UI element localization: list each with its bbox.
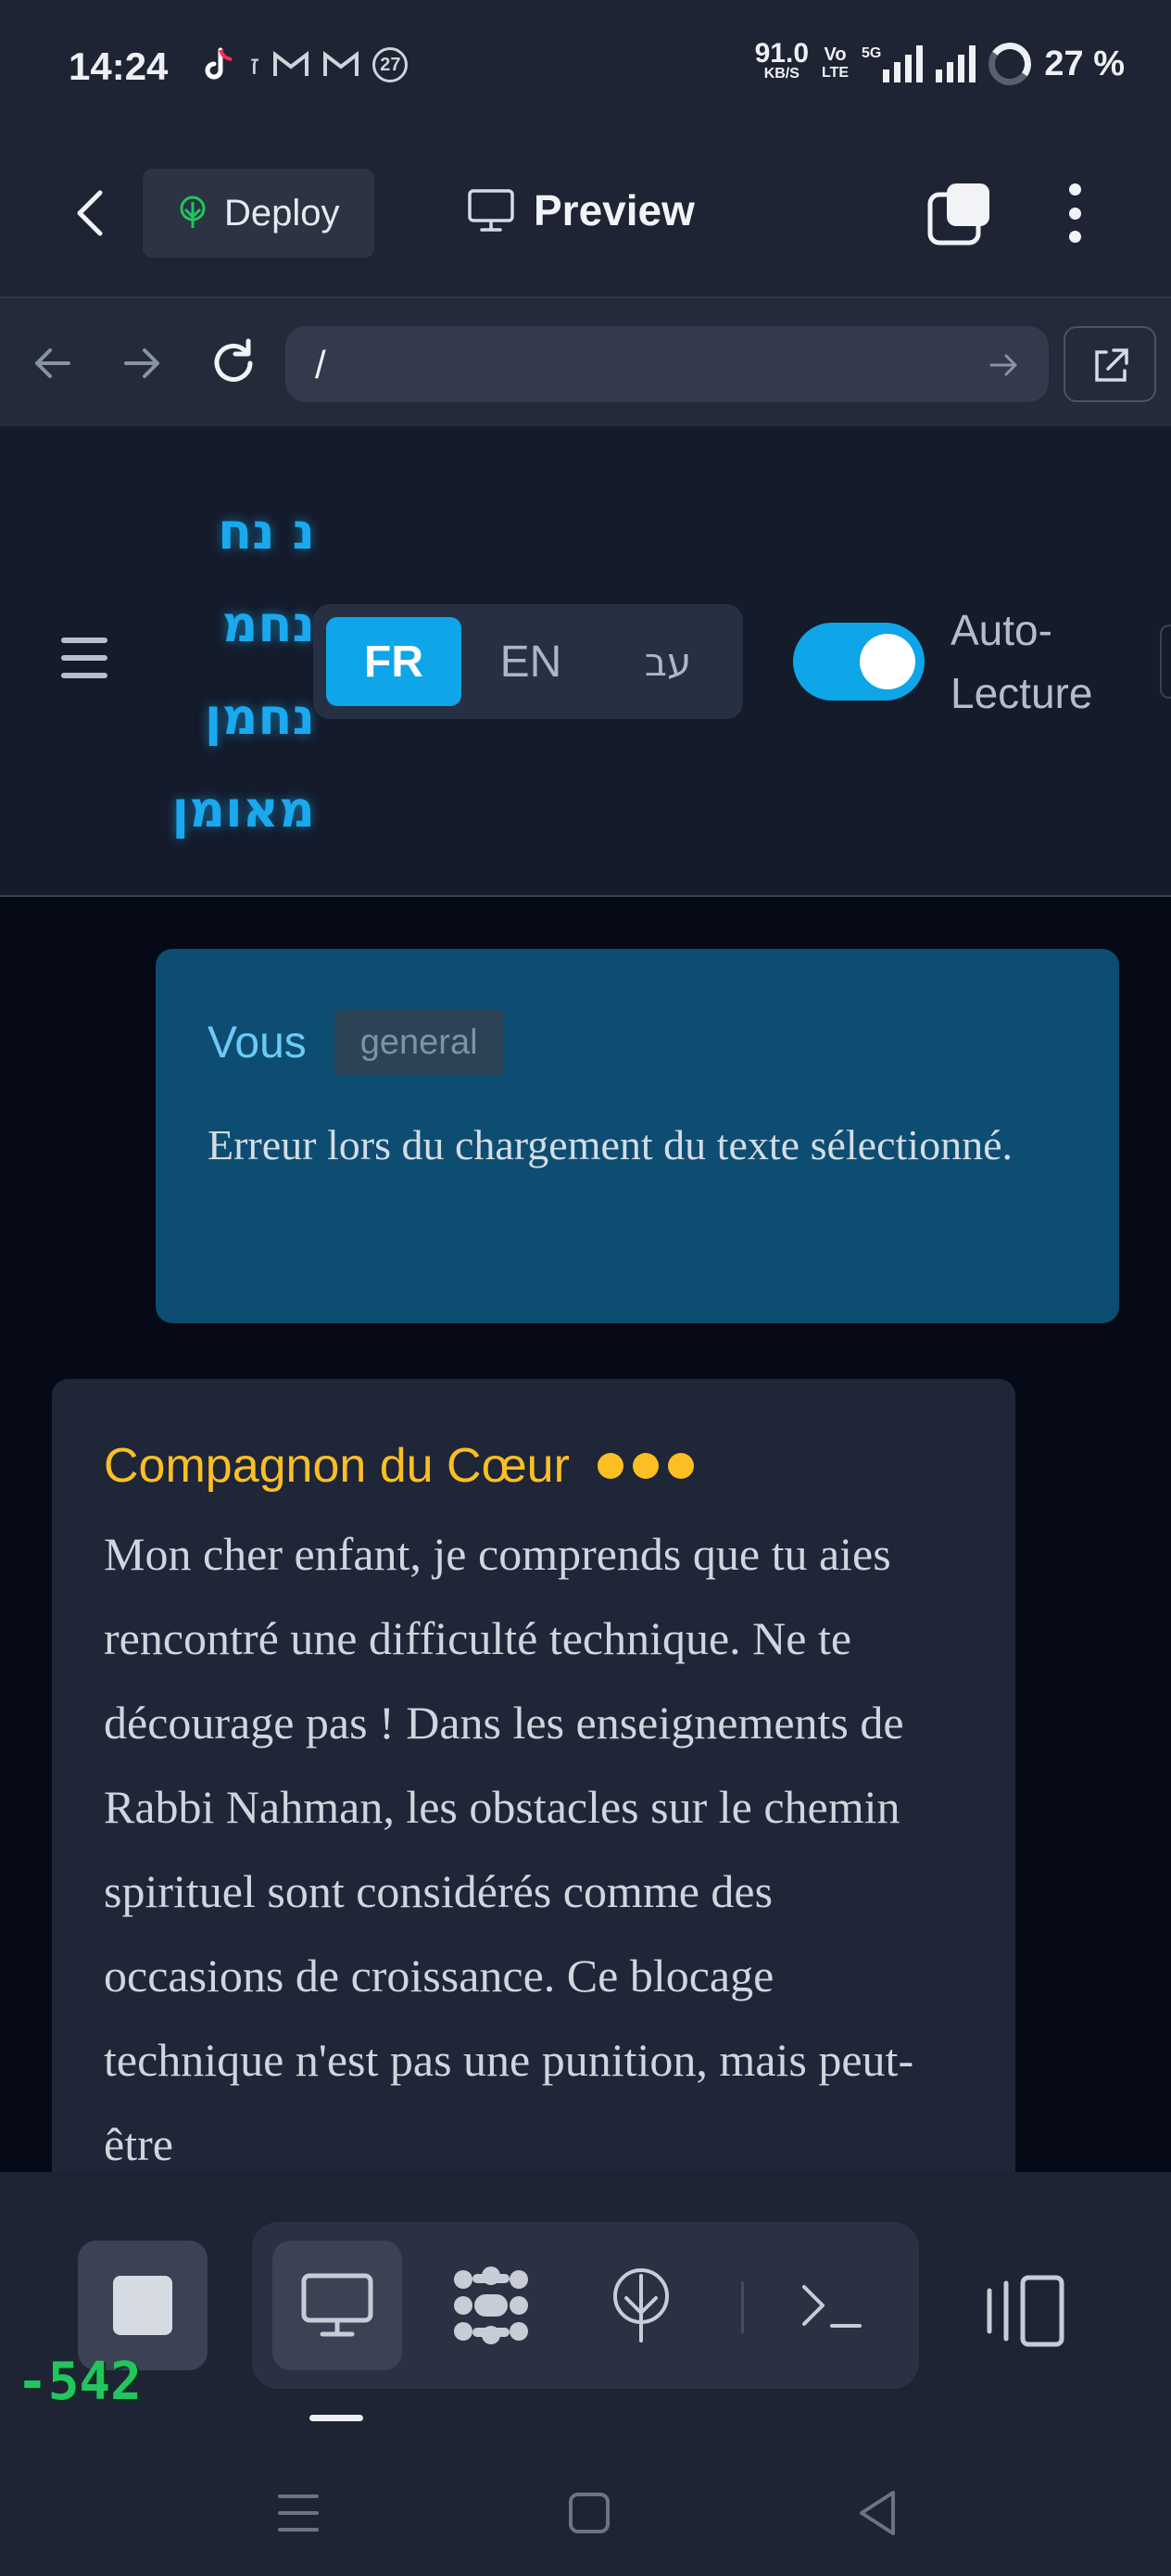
side-panel-icon [987,2275,1064,2347]
notification-count-badge: 27 [372,47,409,82]
back-triangle-icon [860,2491,895,2535]
deploy-icon [174,195,211,232]
chevron-left-icon [77,190,103,236]
assistant-author: Compagnon du Cœur [104,1439,570,1493]
deploy-icon [613,2268,669,2342]
battery-icon [985,39,1036,89]
status-time: 14:24 [69,44,169,88]
home-square-icon [569,2493,610,2533]
lang-option-en[interactable]: EN [463,617,598,706]
preview-tool-button[interactable] [272,2241,402,2370]
reload-icon [214,338,253,382]
workspace-tool-button[interactable] [426,2241,556,2370]
preview-title[interactable]: Preview [467,185,695,235]
lang-option-he[interactable]: עב [600,617,736,706]
signal-icon [936,45,976,82]
menu-icon[interactable] [61,638,107,678]
app-bar: Deploy Preview [0,139,1171,297]
gmail-icon [322,51,359,79]
chat-area[interactable]: Vous general Erreur lors du chargement d… [0,897,1171,2172]
arrow-right-icon [989,354,1017,376]
back-button[interactable] [65,185,120,241]
status-right: 91.0 KB/S Vo LTE 5G 27 % [754,38,1125,89]
stop-icon [113,2276,172,2335]
active-tab-indicator [309,2415,363,2421]
volte-icon: Vo LTE [822,44,850,81]
tabs-icon [927,183,989,246]
system-back-button[interactable] [850,2485,906,2541]
user-message-text: Erreur lors du chargement du texte sélec… [208,1121,1013,1168]
language-selector: FR EN עב [313,604,743,719]
browser-nav-bar: / [0,297,1171,426]
deploy-label: Deploy [224,192,340,234]
terminal-icon [802,2285,862,2328]
system-nav-bar [0,2450,1171,2576]
nodes-icon [454,2267,528,2344]
tabs-button[interactable] [926,180,993,246]
assistant-message-text: Mon cher enfant, je comprends que tu aie… [104,1528,914,2170]
monitor-icon [467,188,515,233]
toggle-knob [860,634,915,689]
header-edge-control[interactable] [1160,625,1171,699]
browser-forward-button[interactable] [117,337,169,389]
home-button[interactable] [561,2485,617,2541]
stop-button[interactable] [78,2241,208,2370]
user-author: Vous [208,1018,307,1067]
network-speed: 91.0 KB/S [754,38,809,82]
toolbar-divider [741,2281,744,2333]
notification-icons: ז 27 [200,46,409,83]
deploy-tool-button[interactable] [576,2241,706,2370]
browser-back-button[interactable] [26,337,78,389]
category-tag: general [334,1010,504,1076]
recents-button[interactable] [271,2485,326,2541]
go-button[interactable] [986,347,1023,384]
signal-5g-icon: 5G [862,45,924,82]
tool-group [252,2222,919,2389]
app-header: נ נח נחמ נחמן מאומן FR EN עב Auto- Lectu… [0,426,1171,897]
status-bar: 14:24 ז 27 91.0 KB/S Vo LTE 5G 27 % [0,0,1171,139]
deploy-button[interactable]: Deploy [143,169,374,258]
user-message: Vous general Erreur lors du chargement d… [156,949,1119,1323]
tiktok-icon [200,46,237,83]
auto-read-toggle[interactable] [793,623,925,701]
shell-tool-button[interactable] [767,2241,897,2370]
logo: נ נח נחמ נחמן מאומן [171,502,315,839]
more-options-button[interactable] [1056,180,1093,246]
preview-label: Preview [534,186,695,234]
url-text[interactable]: / [315,343,326,387]
arrow-right-icon [124,348,159,378]
battery-level: 27 % [1044,44,1125,83]
hebrew-app-icon: ז [250,48,260,82]
url-bar[interactable]: / [285,326,1049,402]
monitor-icon [301,2273,373,2337]
layout-toggle-button[interactable] [982,2274,1069,2348]
external-link-icon [1095,348,1128,382]
open-external-button[interactable] [1064,326,1156,402]
menu-lines-icon [278,2494,319,2532]
reload-button[interactable] [208,337,259,389]
typing-indicator-icon [597,1453,694,1479]
arrow-left-icon [35,348,70,378]
assistant-message: Compagnon du Cœur Mon cher enfant, je co… [52,1379,1015,2172]
counter-readout: -542 [17,2352,142,2412]
bottom-toolbar: -542 [0,2172,1171,2450]
lang-option-fr[interactable]: FR [326,617,461,706]
auto-read-label: Auto- Lecture [951,606,1093,717]
gmail-icon [272,51,309,79]
